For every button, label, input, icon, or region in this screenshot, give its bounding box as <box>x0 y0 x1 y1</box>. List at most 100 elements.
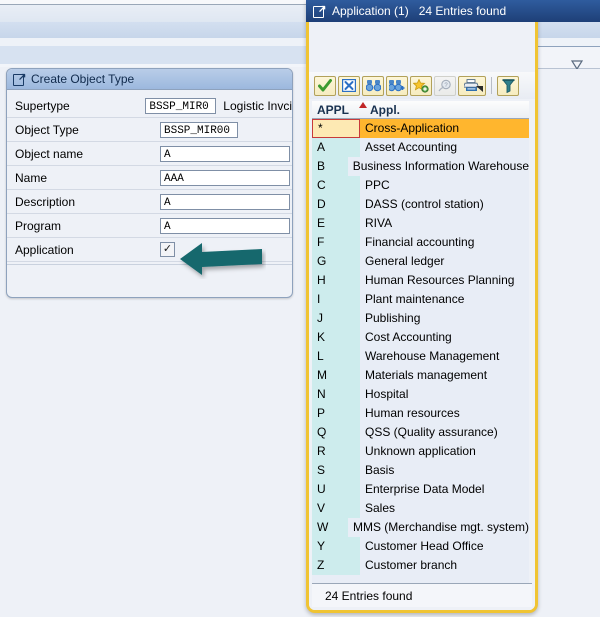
row-code-cell[interactable]: F <box>312 233 360 252</box>
create-dialog-titlebar[interactable]: ↗ Create Object Type <box>7 69 292 90</box>
row-description-cell[interactable]: Financial accounting <box>360 233 529 252</box>
table-row[interactable]: U Enterprise Data Model <box>312 480 529 499</box>
table-row[interactable]: B Business Information Warehouse <box>312 157 529 176</box>
row-description-cell[interactable]: Business Information Warehouse <box>347 157 529 176</box>
row-code-cell[interactable]: N <box>312 385 360 404</box>
row-code-cell[interactable]: L <box>312 347 360 366</box>
row-code-cell[interactable]: I <box>312 290 360 309</box>
results-table-header: APPL Appl. <box>312 101 529 119</box>
row-description-cell[interactable]: Sales <box>360 499 529 518</box>
row-description-cell[interactable]: Materials management <box>360 366 529 385</box>
row-code-cell[interactable]: A <box>312 138 360 157</box>
row-code-cell[interactable]: Y <box>312 537 360 556</box>
table-row[interactable]: F Financial accounting <box>312 233 529 252</box>
table-row[interactable]: R Unknown application <box>312 442 529 461</box>
find-icon[interactable] <box>362 75 384 96</box>
row-code-cell[interactable]: K <box>312 328 360 347</box>
row-description-cell[interactable]: Warehouse Management <box>360 347 529 366</box>
popup-titlebar[interactable]: ↗ Application (1) 24 Entries found <box>306 0 600 22</box>
print-icon[interactable] <box>458 75 486 96</box>
table-row[interactable]: G General ledger <box>312 252 529 271</box>
row-description-cell[interactable]: Customer branch <box>360 556 529 575</box>
row-code-cell[interactable]: G <box>312 252 360 271</box>
row-description-cell[interactable]: RIVA <box>360 214 529 233</box>
table-row[interactable]: Y Customer Head Office <box>312 537 529 556</box>
object-name-field[interactable]: A <box>160 145 290 162</box>
row-description-cell[interactable]: General ledger <box>360 252 529 271</box>
table-row[interactable]: D DASS (control station) <box>312 195 529 214</box>
table-row[interactable]: L Warehouse Management <box>312 347 529 366</box>
row-code-cell[interactable]: R <box>312 442 360 461</box>
row-code-cell[interactable]: W <box>312 518 348 537</box>
table-row[interactable]: P Human resources <box>312 404 529 423</box>
row-code-cell[interactable]: P <box>312 404 360 423</box>
row-description-cell[interactable]: Hospital <box>360 385 529 404</box>
row-description-cell[interactable]: Publishing <box>360 309 529 328</box>
add-favorite-icon[interactable] <box>410 75 432 96</box>
row-description-cell[interactable]: QSS (Quality assurance) <box>360 423 529 442</box>
application-search-help-button[interactable]: ✓ <box>160 242 175 257</box>
program-field[interactable]: A <box>160 217 290 234</box>
row-description-cell[interactable]: Cross-Application <box>360 119 529 138</box>
print-dropdown-icon[interactable] <box>476 85 483 92</box>
table-row[interactable]: C PPC <box>312 176 529 195</box>
row-code-cell[interactable]: U <box>312 480 360 499</box>
copy-confirm-icon[interactable] <box>314 75 336 96</box>
table-row[interactable]: Q QSS (Quality assurance) <box>312 423 529 442</box>
table-row[interactable]: K Cost Accounting <box>312 328 529 347</box>
form-row-program: Program A <box>7 214 292 238</box>
row-description-cell[interactable]: Human resources <box>360 404 529 423</box>
table-row[interactable]: M Materials management <box>312 366 529 385</box>
column-header-appl-desc[interactable]: Appl. <box>365 103 400 117</box>
row-code-cell[interactable]: * <box>312 119 360 138</box>
row-description-cell[interactable]: Enterprise Data Model <box>360 480 529 499</box>
row-code-cell[interactable]: M <box>312 366 360 385</box>
table-row[interactable]: E RIVA <box>312 214 529 233</box>
application-search-help-popup: ? APPL Appl. * Cross-Application A Asset… <box>306 0 538 613</box>
row-description-cell[interactable]: Plant maintenance <box>360 290 529 309</box>
form-row-object-name: Object name A <box>7 142 292 166</box>
table-row[interactable]: S Basis <box>312 461 529 480</box>
column-header-appl[interactable]: APPL <box>312 101 367 117</box>
supertype-field[interactable]: BSSP_MIR0 <box>145 97 217 114</box>
row-description-cell[interactable]: MMS (Merchandise mgt. system) <box>347 518 529 537</box>
table-row[interactable]: * Cross-Application <box>312 119 529 138</box>
row-code-cell[interactable]: Z <box>312 556 360 575</box>
table-row[interactable]: J Publishing <box>312 309 529 328</box>
table-row[interactable]: I Plant maintenance <box>312 290 529 309</box>
row-description-cell[interactable]: DASS (control station) <box>360 195 529 214</box>
table-row[interactable]: W MMS (Merchandise mgt. system) <box>312 518 529 537</box>
row-code-cell[interactable]: C <box>312 176 360 195</box>
filter-icon[interactable] <box>497 75 519 96</box>
row-description-cell[interactable]: Cost Accounting <box>360 328 529 347</box>
row-description-cell[interactable]: Human Resources Planning <box>360 271 529 290</box>
row-description-cell[interactable]: Asset Accounting <box>360 138 529 157</box>
object-type-field[interactable]: BSSP_MIR00 <box>160 121 238 138</box>
find-next-icon[interactable] <box>386 75 408 96</box>
form-row-application: Application ✓ <box>7 238 292 262</box>
row-code-cell[interactable]: S <box>312 461 360 480</box>
row-code-cell[interactable]: V <box>312 499 360 518</box>
description-field[interactable]: A <box>160 193 290 210</box>
row-code-cell[interactable]: D <box>312 195 360 214</box>
row-description-cell[interactable]: Basis <box>360 461 529 480</box>
toolbar-separator <box>491 77 492 94</box>
row-code-cell[interactable]: J <box>312 309 360 328</box>
row-code-cell[interactable]: B <box>312 157 348 176</box>
row-code-cell[interactable]: Q <box>312 423 360 442</box>
row-code-cell[interactable]: H <box>312 271 360 290</box>
create-object-type-form: Supertype BSSP_MIR0 Logistic Invci Objec… <box>7 90 292 287</box>
results-table-body[interactable]: * Cross-Application A Asset Accounting B Busi… <box>312 119 529 584</box>
column-header-appl-label: APPL <box>317 102 350 117</box>
table-row[interactable]: V Sales <box>312 499 529 518</box>
row-description-cell[interactable]: Unknown application <box>360 442 529 461</box>
name-field[interactable]: AAA <box>160 169 290 186</box>
row-description-cell[interactable]: PPC <box>360 176 529 195</box>
row-code-cell[interactable]: E <box>312 214 360 233</box>
table-row[interactable]: H Human Resources Planning <box>312 271 529 290</box>
table-row[interactable]: A Asset Accounting <box>312 138 529 157</box>
cancel-icon[interactable] <box>338 75 360 96</box>
table-row[interactable]: Z Customer branch <box>312 556 529 575</box>
row-description-cell[interactable]: Customer Head Office <box>360 537 529 556</box>
table-row[interactable]: N Hospital <box>312 385 529 404</box>
